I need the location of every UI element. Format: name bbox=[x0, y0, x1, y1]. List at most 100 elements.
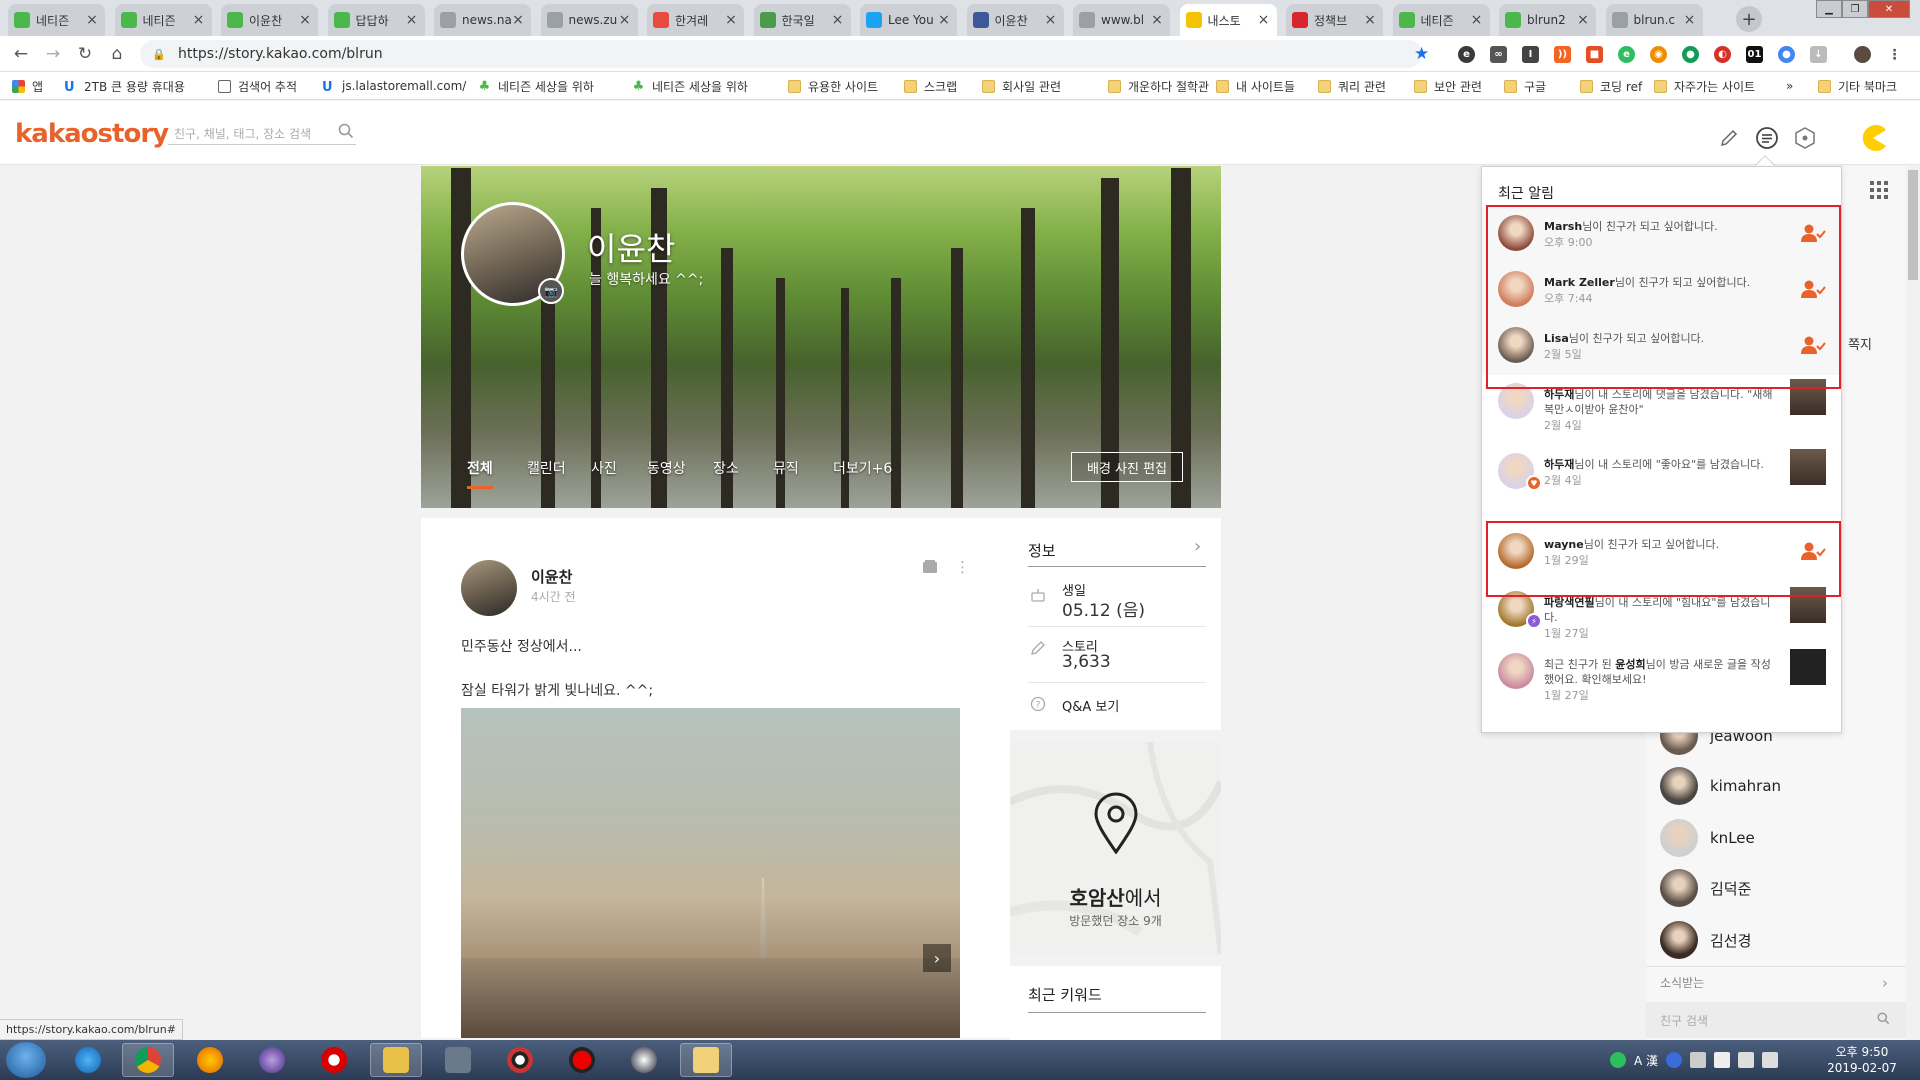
browser-tab[interactable]: 네티즌 × bbox=[1392, 4, 1490, 36]
browser-tab[interactable]: 답답하 × bbox=[327, 4, 425, 36]
more-options-icon[interactable]: ⋮ bbox=[955, 558, 970, 576]
notification-icon[interactable] bbox=[1754, 125, 1780, 151]
post-author-name[interactable]: 이윤찬 bbox=[531, 566, 572, 587]
explorer-icon[interactable] bbox=[680, 1043, 732, 1077]
search-icon[interactable] bbox=[338, 123, 354, 139]
browser-tab[interactable]: news.zu × bbox=[540, 4, 638, 36]
bookmark-item[interactable]: 보안 관련 bbox=[1414, 77, 1482, 95]
extension-icon[interactable]: 01 bbox=[1746, 46, 1763, 63]
notification-item[interactable]: ♥ 하두재님이 내 스토리에 "좋아요"를 남겼습니다. 2월 4일 bbox=[1482, 445, 1841, 515]
bookmark-item[interactable]: 코딩 ref bbox=[1580, 77, 1642, 95]
bookmark-item[interactable]: U 2TB 큰 용량 휴대용 bbox=[64, 77, 185, 95]
extension-icon[interactable]: ◉ bbox=[1650, 46, 1667, 63]
edit-cover-button[interactable]: 배경 사진 편집 bbox=[1071, 452, 1183, 482]
app-icon[interactable] bbox=[494, 1043, 546, 1077]
app-icon[interactable] bbox=[246, 1043, 298, 1077]
notification-user[interactable]: 윤성희 bbox=[1615, 658, 1645, 671]
address-bar[interactable]: 🔒 https://story.kakao.com/blrun bbox=[140, 40, 1422, 68]
tab-close-icon[interactable]: × bbox=[192, 12, 206, 28]
tab-close-icon[interactable]: × bbox=[1257, 12, 1271, 28]
tab-close-icon[interactable]: × bbox=[831, 12, 845, 28]
profile-tab[interactable]: 동영상 bbox=[647, 458, 686, 486]
record-icon[interactable] bbox=[556, 1043, 608, 1077]
bookmark-item[interactable]: 개운하다 절학관 bbox=[1108, 77, 1209, 95]
browser-tab[interactable]: 정책브 × bbox=[1286, 4, 1383, 36]
home-icon[interactable]: ⌂ bbox=[107, 44, 127, 64]
friend-item[interactable]: 김선경 bbox=[1660, 920, 1751, 960]
grid-menu-icon[interactable] bbox=[1869, 180, 1889, 200]
browser-tab[interactable]: 네티즌 × bbox=[8, 4, 105, 36]
browser-tab[interactable]: 한국일 × bbox=[753, 4, 851, 36]
tray-icon[interactable] bbox=[1690, 1052, 1707, 1068]
friend-search-input[interactable]: 친구 검색 bbox=[1646, 1002, 1906, 1038]
tab-close-icon[interactable]: × bbox=[298, 12, 312, 28]
ie-icon[interactable] bbox=[62, 1043, 114, 1077]
notification-item[interactable]: 최근 친구가 된 윤성희님이 방금 새로운 글을 작성했어요. 확인해보세요! 1… bbox=[1482, 645, 1841, 717]
friend-item[interactable]: 김덕준 bbox=[1660, 868, 1751, 908]
bookmark-item[interactable]: Ujs.lalastoremall.com/ bbox=[322, 77, 466, 95]
friend-item[interactable]: kimahran bbox=[1660, 766, 1781, 806]
bookmark-item[interactable]: ♣ 네티즌 세상을 위하 bbox=[632, 77, 748, 95]
maximize-button[interactable]: ❐ bbox=[1842, 0, 1868, 18]
post-photo[interactable]: › bbox=[461, 708, 960, 1038]
story-thumbnail[interactable] bbox=[1790, 449, 1826, 485]
tab-close-icon[interactable]: × bbox=[1044, 12, 1058, 28]
bookmark-item[interactable]: 구글 bbox=[1504, 77, 1546, 95]
scroll-thumb[interactable] bbox=[1908, 170, 1918, 280]
profile-avatar[interactable] bbox=[1854, 46, 1871, 63]
tab-close-icon[interactable]: × bbox=[1576, 12, 1590, 28]
bookmark-icon[interactable] bbox=[921, 558, 939, 576]
tab-close-icon[interactable]: × bbox=[618, 12, 632, 28]
new-tab-button[interactable]: + bbox=[1736, 6, 1762, 32]
notification-avatar[interactable] bbox=[1498, 653, 1534, 689]
flag-icon[interactable] bbox=[1714, 1052, 1731, 1068]
tab-close-icon[interactable]: × bbox=[1363, 12, 1377, 28]
close-window-button[interactable]: ✕ bbox=[1868, 0, 1910, 18]
extension-icon[interactable]: ∞ bbox=[1490, 46, 1507, 63]
help-icon[interactable] bbox=[1666, 1052, 1683, 1068]
browser-tab[interactable]: news.na × bbox=[434, 4, 531, 36]
firefox-icon[interactable] bbox=[184, 1043, 236, 1077]
bookmark-item[interactable]: 쿼리 관련 bbox=[1318, 77, 1386, 95]
browser-tab[interactable]: 한겨레 × bbox=[647, 4, 744, 36]
rss-icon[interactable]: )) bbox=[1554, 46, 1571, 63]
browser-tab[interactable]: www.bl × bbox=[1073, 4, 1170, 36]
browser-tab[interactable]: 네티즌 × bbox=[114, 4, 212, 36]
bookmark-star-icon[interactable]: ★ bbox=[1414, 44, 1429, 64]
friend-item[interactable]: knLee bbox=[1660, 818, 1755, 858]
browser-tab[interactable]: blrun2 × bbox=[1499, 4, 1596, 36]
kakaostory-logo[interactable]: kakaostory bbox=[15, 119, 169, 149]
minimize-button[interactable]: ▁ bbox=[1816, 0, 1842, 18]
profile-tab[interactable]: 장소 bbox=[713, 458, 739, 486]
info-title[interactable]: 정보 bbox=[1028, 540, 1056, 561]
back-icon[interactable]: ← bbox=[11, 44, 31, 64]
opera-icon[interactable] bbox=[308, 1043, 360, 1077]
kakao-profile-icon[interactable] bbox=[1859, 124, 1887, 152]
search-input[interactable]: 친구, 채널, 태그, 장소 검색 bbox=[168, 121, 356, 145]
write-pencil-icon[interactable] bbox=[1716, 125, 1742, 151]
bookmark-item[interactable]: 유용한 사이트 bbox=[788, 77, 878, 95]
app-icon[interactable] bbox=[618, 1043, 670, 1077]
download-icon[interactable]: ↓ bbox=[1810, 46, 1827, 63]
profile-tab[interactable]: 전체 bbox=[467, 458, 493, 489]
extension-icon[interactable]: ● bbox=[1778, 46, 1795, 63]
browser-tab[interactable]: 이윤찬 × bbox=[966, 4, 1064, 36]
tab-close-icon[interactable]: × bbox=[937, 12, 951, 28]
channel-icon[interactable] bbox=[1792, 125, 1818, 151]
message-label[interactable]: 쪽지 bbox=[1848, 334, 1872, 353]
ime-indicator[interactable]: A 漢 bbox=[1634, 1052, 1658, 1069]
bookmark-item[interactable]: 회사일 관련 bbox=[982, 77, 1061, 95]
tab-close-icon[interactable]: × bbox=[1150, 12, 1164, 28]
app-icon[interactable] bbox=[370, 1043, 422, 1077]
extension-icon[interactable]: I bbox=[1522, 46, 1539, 63]
tab-close-icon[interactable]: × bbox=[85, 12, 99, 28]
profile-tab[interactable]: 사진 bbox=[591, 458, 617, 486]
story-thumbnail[interactable] bbox=[1790, 649, 1826, 685]
tab-close-icon[interactable]: × bbox=[511, 12, 525, 28]
browser-tab[interactable]: 내스토 × bbox=[1179, 4, 1277, 36]
bookmark-item[interactable]: 스크랩 bbox=[904, 77, 957, 95]
extension-icon[interactable]: ■ bbox=[1586, 46, 1603, 63]
reload-icon[interactable]: ↻ bbox=[75, 44, 95, 64]
browser-tab[interactable]: Lee You × bbox=[860, 4, 957, 36]
post-time[interactable]: 4시간 전 bbox=[531, 588, 576, 605]
